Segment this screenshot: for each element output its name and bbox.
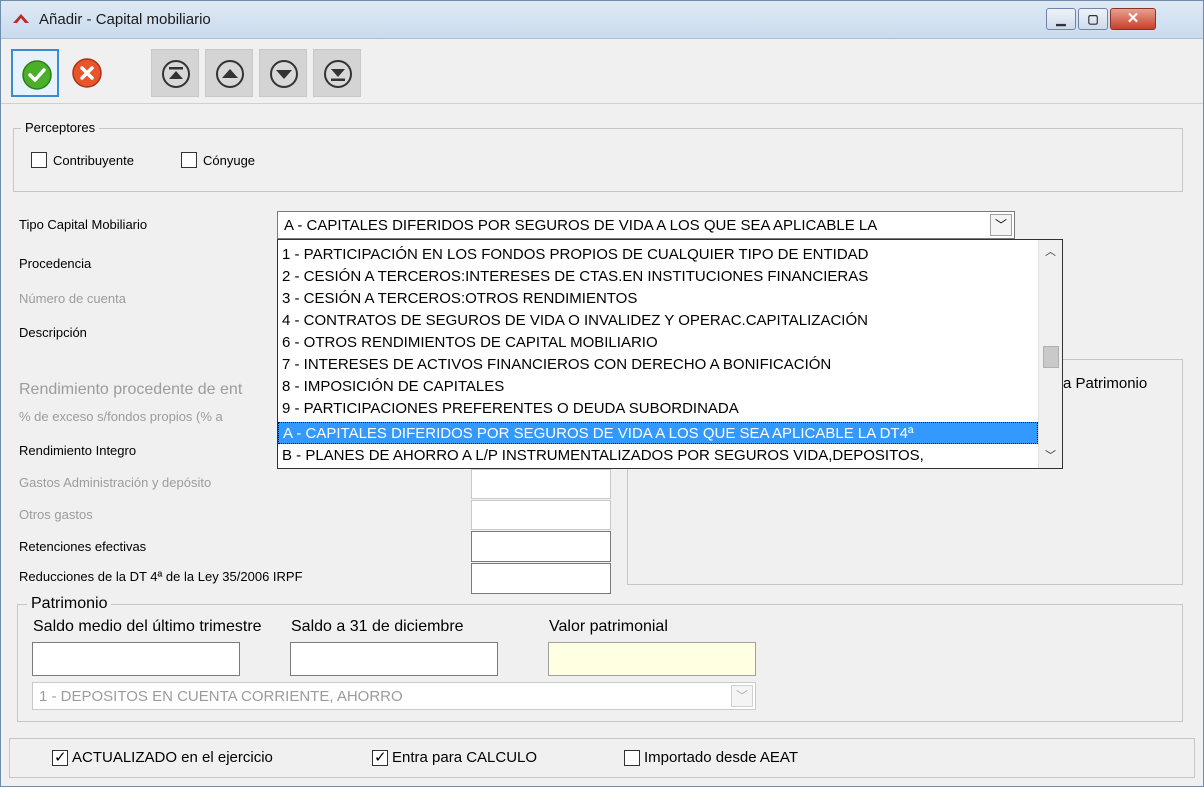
reducciones-label: Reducciones de la DT 4ª de la Ley 35/200…: [19, 569, 303, 584]
right-panel-label: a Patrimonio: [1063, 375, 1148, 392]
retenciones-label: Retenciones efectivas: [19, 539, 147, 554]
last-record-button[interactable]: [313, 49, 361, 97]
dropdown-option[interactable]: 7 - INTERESES DE ACTIVOS FINANCIEROS CON…: [278, 354, 1038, 376]
procedencia-label: Procedencia: [19, 256, 92, 271]
contribuyente-label: Contribuyente: [53, 152, 134, 168]
checkbox-box[interactable]: [624, 749, 640, 766]
maximize-button[interactable]: ▢: [1078, 8, 1108, 30]
patrimonio-tipo-select[interactable]: 1 - DEPOSITOS EN CUENTA CORRIENTE, AHORR…: [32, 682, 756, 710]
minimize-button[interactable]: ▁: [1046, 8, 1076, 30]
checkbox-box[interactable]: [181, 152, 197, 168]
actualizado-checkbox[interactable]: ACTUALIZADO en el ejercicio: [52, 748, 273, 766]
toolbar: [1, 40, 1203, 104]
dropdown-option[interactable]: B - PLANES DE AHORRO A L/P INSTRUMENTALI…: [278, 445, 1038, 467]
next-record-button[interactable]: [259, 49, 307, 97]
cancel-button[interactable]: [63, 49, 111, 97]
dropdown-option[interactable]: 4 - CONTRATOS DE SEGUROS DE VIDA O INVAL…: [278, 310, 1038, 332]
dropdown-option[interactable]: 1 - PARTICIPACIÓN EN LOS FONDOS PROPIOS …: [278, 244, 1038, 266]
rendimiento-heading: Rendimiento procedente de ent: [19, 381, 243, 398]
patrimonio-tipo-value: 1 - DEPOSITOS EN CUENTA CORRIENTE, AHORR…: [39, 688, 403, 705]
saldo-31-label: Saldo a 31 de diciembre: [291, 618, 464, 635]
reducciones-input[interactable]: [471, 563, 611, 594]
first-record-icon: [162, 60, 190, 88]
accept-button[interactable]: [11, 49, 59, 97]
numero-cuenta-label: Número de cuenta: [19, 291, 126, 306]
dropdown-scrollbar[interactable]: ︿ ﹀: [1038, 240, 1062, 468]
close-button[interactable]: ✕: [1110, 8, 1156, 30]
valor-patrimonial-input[interactable]: [548, 642, 756, 676]
saldo-31-input[interactable]: [290, 642, 498, 676]
rendimiento-integro-label: Rendimiento Integro: [19, 443, 137, 458]
tipo-capital-label: Tipo Capital Mobiliario: [19, 217, 148, 232]
scroll-thumb[interactable]: [1043, 346, 1059, 368]
close-icon: ✕: [1126, 10, 1140, 27]
dropdown-option[interactable]: 3 - CESIÓN A TERCEROS:OTROS RENDIMIENTOS: [278, 288, 1038, 310]
valor-patrimonial-label: Valor patrimonial: [549, 618, 668, 635]
otros-gastos-input[interactable]: [471, 500, 611, 530]
checkbox-box-checked[interactable]: [52, 748, 68, 766]
perceptores-legend: Perceptores: [21, 120, 100, 135]
importado-checkbox[interactable]: Importado desde AEAT: [624, 749, 798, 766]
gastos-admin-label: Gastos Administración y depósito: [19, 475, 212, 490]
app-logo-icon: [13, 14, 29, 23]
dropdown-option[interactable]: 8 - IMPOSICIÓN DE CAPITALES: [278, 376, 1038, 398]
scroll-down-icon[interactable]: ﹀: [1039, 446, 1062, 466]
calculo-label: Entra para CALCULO: [392, 749, 538, 766]
patrimonio-legend: Patrimonio: [27, 595, 112, 613]
previous-record-icon: [216, 60, 244, 88]
checkbox-box-checked[interactable]: [372, 748, 388, 766]
conyuge-label: Cónyuge: [203, 152, 256, 168]
dropdown-option[interactable]: 2 - CESIÓN A TERCEROS:INTERESES DE CTAS.…: [278, 266, 1038, 288]
window-title: Añadir - Capital mobiliario: [39, 11, 211, 28]
calculo-checkbox[interactable]: Entra para CALCULO: [372, 748, 538, 766]
saldo-medio-label: Saldo medio del último trimestre: [33, 618, 262, 635]
descripcion-label: Descripción: [19, 325, 87, 340]
dropdown-option-selected[interactable]: A - CAPITALES DIFERIDOS POR SEGUROS DE V…: [278, 422, 1038, 444]
first-record-button[interactable]: [151, 49, 199, 97]
main-window: Añadir - Capital mobiliario ▁ ▢ ✕ Percep…: [0, 0, 1204, 787]
tipo-capital-dropdown-list[interactable]: 1 - PARTICIPACIÓN EN LOS FONDOS PROPIOS …: [277, 239, 1063, 469]
status-bar: ACTUALIZADO en el ejercicio Entra para C…: [9, 738, 1195, 778]
checkbox-box[interactable]: [31, 152, 47, 168]
maximize-icon: ▢: [1087, 12, 1099, 26]
contribuyente-checkbox[interactable]: Contribuyente: [31, 152, 134, 168]
gastos-admin-input[interactable]: [471, 469, 611, 499]
importado-label: Importado desde AEAT: [644, 749, 798, 766]
chevron-down-icon[interactable]: ﹀: [990, 214, 1012, 236]
tipo-capital-select[interactable]: A - CAPITALES DIFERIDOS POR SEGUROS DE V…: [277, 211, 1015, 239]
tipo-capital-value: A - CAPITALES DIFERIDOS POR SEGUROS DE V…: [284, 217, 878, 234]
cancel-x-icon: [72, 58, 102, 88]
minimize-icon: ▁: [1056, 12, 1066, 26]
conyuge-checkbox[interactable]: Cónyuge: [181, 152, 255, 168]
dropdown-option[interactable]: 6 - OTROS RENDIMIENTOS DE CAPITAL MOBILI…: [278, 332, 1038, 354]
otros-gastos-label: Otros gastos: [19, 507, 93, 522]
accept-check-icon: [22, 60, 52, 90]
previous-record-button[interactable]: [205, 49, 253, 97]
title-bar[interactable]: Añadir - Capital mobiliario ▁ ▢ ✕: [1, 1, 1203, 39]
actualizado-label: ACTUALIZADO en el ejercicio: [72, 749, 273, 766]
dropdown-option[interactable]: 9 - PARTICIPACIONES PREFERENTES O DEUDA …: [278, 398, 1038, 420]
last-record-icon: [324, 60, 352, 88]
retenciones-input[interactable]: [471, 531, 611, 562]
saldo-medio-input[interactable]: [32, 642, 240, 676]
chevron-down-icon[interactable]: ﹀: [731, 685, 753, 707]
scroll-up-icon[interactable]: ︿: [1039, 242, 1062, 262]
next-record-icon: [270, 60, 298, 88]
exceso-label: % de exceso s/fondos propios (% a: [19, 409, 223, 424]
